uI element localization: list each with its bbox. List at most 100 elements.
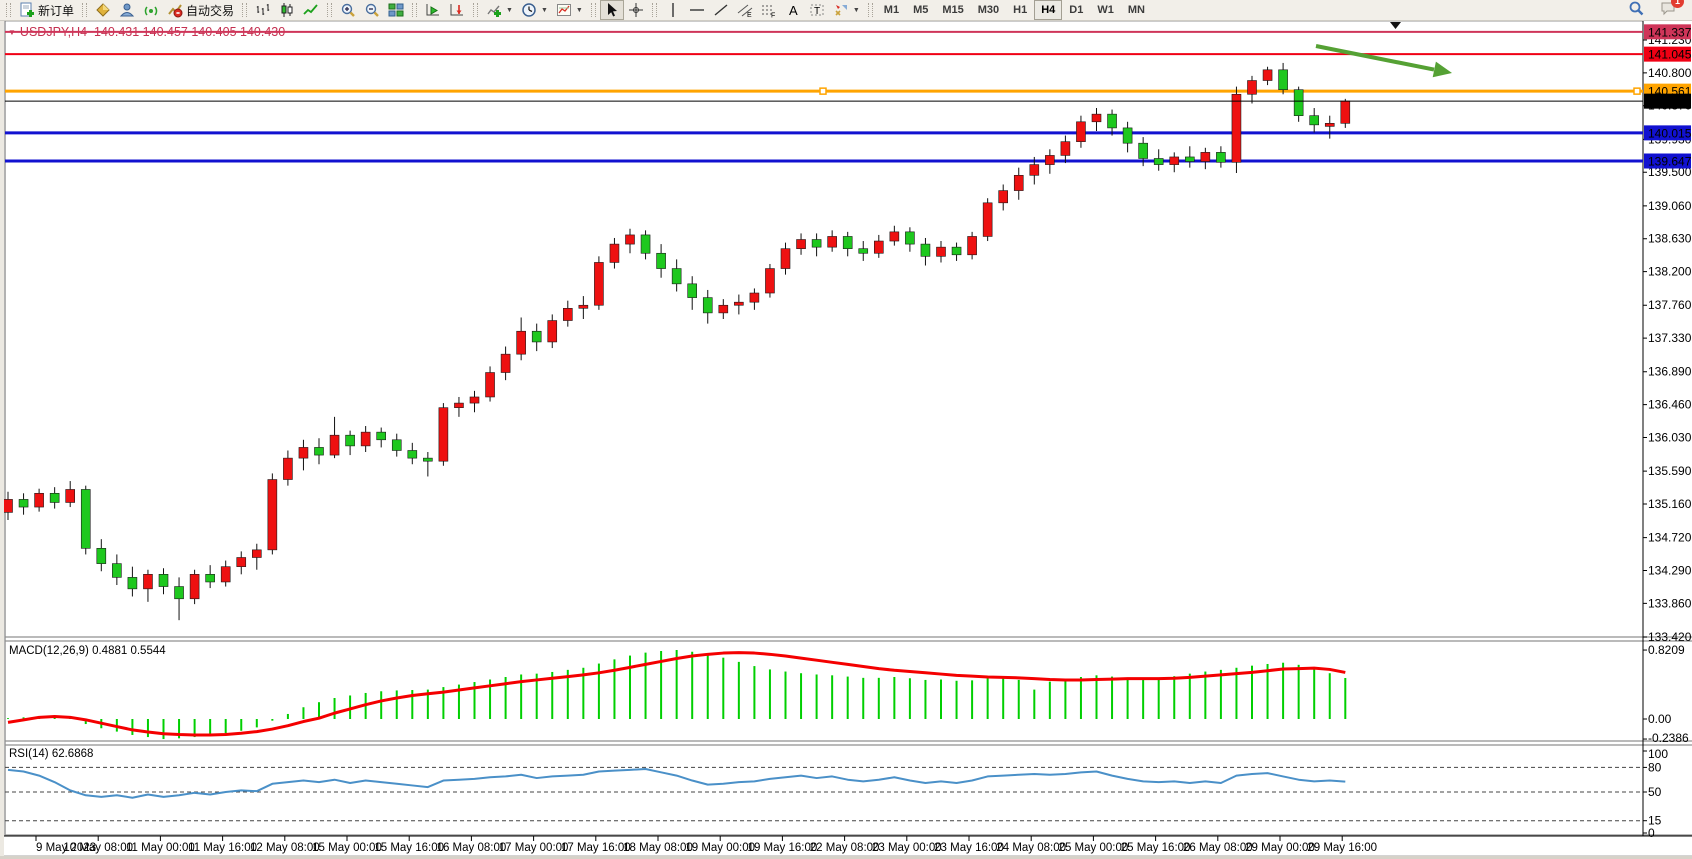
channel-icon: E bbox=[737, 2, 753, 18]
current-price-badge bbox=[1644, 94, 1691, 109]
text-label-button[interactable]: T bbox=[805, 0, 829, 20]
new-order-button[interactable]: 新订单 bbox=[15, 0, 78, 20]
fibonacci-button[interactable]: F bbox=[757, 0, 781, 20]
mt4-application: 新订单 自动交易 ▼ ▼ ▼ E F A T ▼ M1M5M15M30H1H4D1W1MN 1 ▼US… bbox=[0, 0, 1692, 859]
svg-text:T: T bbox=[814, 6, 820, 17]
zoom-out-icon bbox=[364, 2, 380, 18]
price-level-badge-text: 140.561 bbox=[1648, 85, 1692, 99]
price-tick-label: 138.630 bbox=[1648, 232, 1692, 246]
dropdown-caret-icon[interactable]: ▼ bbox=[506, 7, 513, 14]
timeframe-button-h1[interactable]: H1 bbox=[1006, 0, 1034, 20]
price-tick-label: 136.890 bbox=[1648, 365, 1692, 379]
price-tick-label: 138.200 bbox=[1648, 265, 1692, 279]
rsi-axis-label: 100 bbox=[1648, 747, 1668, 761]
price-level-badge bbox=[1644, 125, 1691, 140]
signals-icon bbox=[143, 2, 159, 18]
tile-windows-button[interactable] bbox=[384, 0, 408, 20]
chart-shift-button[interactable] bbox=[445, 0, 469, 20]
horizontal-line-button[interactable] bbox=[685, 0, 709, 20]
timeframe-button-m30[interactable]: M30 bbox=[971, 0, 1006, 20]
dropdown-caret-icon[interactable]: ▼ bbox=[853, 7, 860, 14]
price-level-badge-text: 140.015 bbox=[1648, 126, 1692, 140]
line-chart-button[interactable] bbox=[299, 0, 323, 20]
trendline-button[interactable] bbox=[709, 0, 733, 20]
signals-button[interactable] bbox=[139, 0, 163, 20]
new-order-button-label: 新订单 bbox=[38, 2, 74, 19]
search-button[interactable] bbox=[1628, 0, 1644, 21]
dropdown-caret-icon[interactable]: ▼ bbox=[576, 7, 583, 14]
timeframe-button-m15[interactable]: M15 bbox=[935, 0, 970, 20]
price-tick-label: 136.030 bbox=[1648, 430, 1692, 444]
market-watch-button[interactable] bbox=[91, 0, 115, 20]
templates-icon bbox=[556, 2, 572, 18]
timeframe-button-w1[interactable]: W1 bbox=[1090, 0, 1121, 20]
macd-axis-label: 0.00 bbox=[1648, 712, 1672, 726]
autotrading-icon bbox=[167, 2, 183, 18]
zoom-out-button[interactable] bbox=[360, 0, 384, 20]
chart-line-icon bbox=[303, 2, 319, 18]
search-icon bbox=[1628, 0, 1644, 16]
macd-label: MACD(12,26,9) 0.4881 0.5544 bbox=[9, 645, 166, 657]
autotrading-button[interactable]: 自动交易 bbox=[163, 0, 238, 20]
chart-title: ▼USDJPY,H4 140.431 140.457 140.405 140.4… bbox=[8, 25, 285, 39]
price-tick-label: 139.060 bbox=[1648, 199, 1692, 213]
market-watch-icon bbox=[95, 2, 111, 18]
timeframe-button-mn[interactable]: MN bbox=[1121, 0, 1152, 20]
arrows-button[interactable]: ▼ bbox=[829, 0, 864, 20]
price-level-badge bbox=[1644, 47, 1691, 62]
notification-count-badge: 1 bbox=[1671, 0, 1684, 8]
timeframe-button-d1[interactable]: D1 bbox=[1062, 0, 1090, 20]
chart-candles-icon bbox=[279, 2, 295, 18]
bar-chart-button[interactable] bbox=[251, 0, 275, 20]
toolbar-grip bbox=[327, 3, 332, 17]
price-tick-label: 133.860 bbox=[1648, 596, 1692, 610]
price-tick-label: 137.760 bbox=[1648, 298, 1692, 312]
timeframe-button-h4[interactable]: H4 bbox=[1034, 0, 1062, 20]
price-tick-label: 134.290 bbox=[1648, 563, 1692, 577]
price-level-badge-text: 139.647 bbox=[1648, 155, 1692, 169]
crosshair-icon bbox=[628, 2, 644, 18]
notifications-button[interactable]: 1 bbox=[1660, 0, 1676, 21]
templates-button[interactable]: ▼ bbox=[552, 0, 587, 20]
svg-text:F: F bbox=[771, 13, 775, 19]
price-level-badge-text: 141.045 bbox=[1648, 48, 1692, 62]
equidistant-channel-button[interactable]: E bbox=[733, 0, 757, 20]
price-tick-label: 134.720 bbox=[1648, 531, 1692, 545]
text-icon: A bbox=[785, 2, 801, 18]
timeframe-button-m5[interactable]: M5 bbox=[906, 0, 935, 20]
chart-shift-icon bbox=[449, 2, 465, 18]
tile-windows-icon bbox=[388, 2, 404, 18]
vertical-line-button[interactable] bbox=[661, 0, 685, 20]
timeframe-button-m1[interactable]: M1 bbox=[877, 0, 906, 20]
toolbar-grip bbox=[473, 3, 478, 17]
crosshair-button[interactable] bbox=[624, 0, 648, 20]
trendline-icon bbox=[713, 2, 729, 18]
shapes-icon bbox=[833, 2, 849, 18]
hline-icon bbox=[689, 2, 705, 18]
indicators-button[interactable]: ▼ bbox=[482, 0, 517, 20]
text-button[interactable]: A bbox=[781, 0, 805, 20]
textlabel-icon: T bbox=[809, 2, 825, 18]
periods-button[interactable]: ▼ bbox=[517, 0, 552, 20]
price-tick-label: 141.230 bbox=[1648, 33, 1692, 47]
toolbar-grip bbox=[591, 3, 596, 17]
community-icon bbox=[119, 2, 135, 18]
chart-canvas[interactable] bbox=[5, 21, 1643, 855]
periods-icon bbox=[521, 2, 537, 18]
vline-icon bbox=[665, 2, 681, 18]
community-button[interactable] bbox=[115, 0, 139, 20]
rsi-axis-label: 15 bbox=[1648, 814, 1662, 828]
price-tick-label: 135.590 bbox=[1648, 464, 1692, 478]
price-tick-label: 135.160 bbox=[1648, 497, 1692, 511]
toolbar: 新订单 自动交易 ▼ ▼ ▼ E F A T ▼ M1M5M15M30H1H4D1W1MN 1 bbox=[0, 0, 1692, 21]
new-order-icon bbox=[19, 2, 35, 18]
auto-scroll-button[interactable] bbox=[421, 0, 445, 20]
price-level-badge-text: 141.337 bbox=[1648, 25, 1692, 39]
candlestick-chart-button[interactable] bbox=[275, 0, 299, 20]
zoom-in-button[interactable] bbox=[336, 0, 360, 20]
toolbar-right-icons: 1 bbox=[1628, 0, 1692, 21]
price-level-badge bbox=[1644, 84, 1691, 99]
dropdown-caret-icon[interactable]: ▼ bbox=[541, 7, 548, 14]
cursor-button[interactable] bbox=[600, 0, 624, 20]
cursor-icon bbox=[604, 2, 620, 18]
